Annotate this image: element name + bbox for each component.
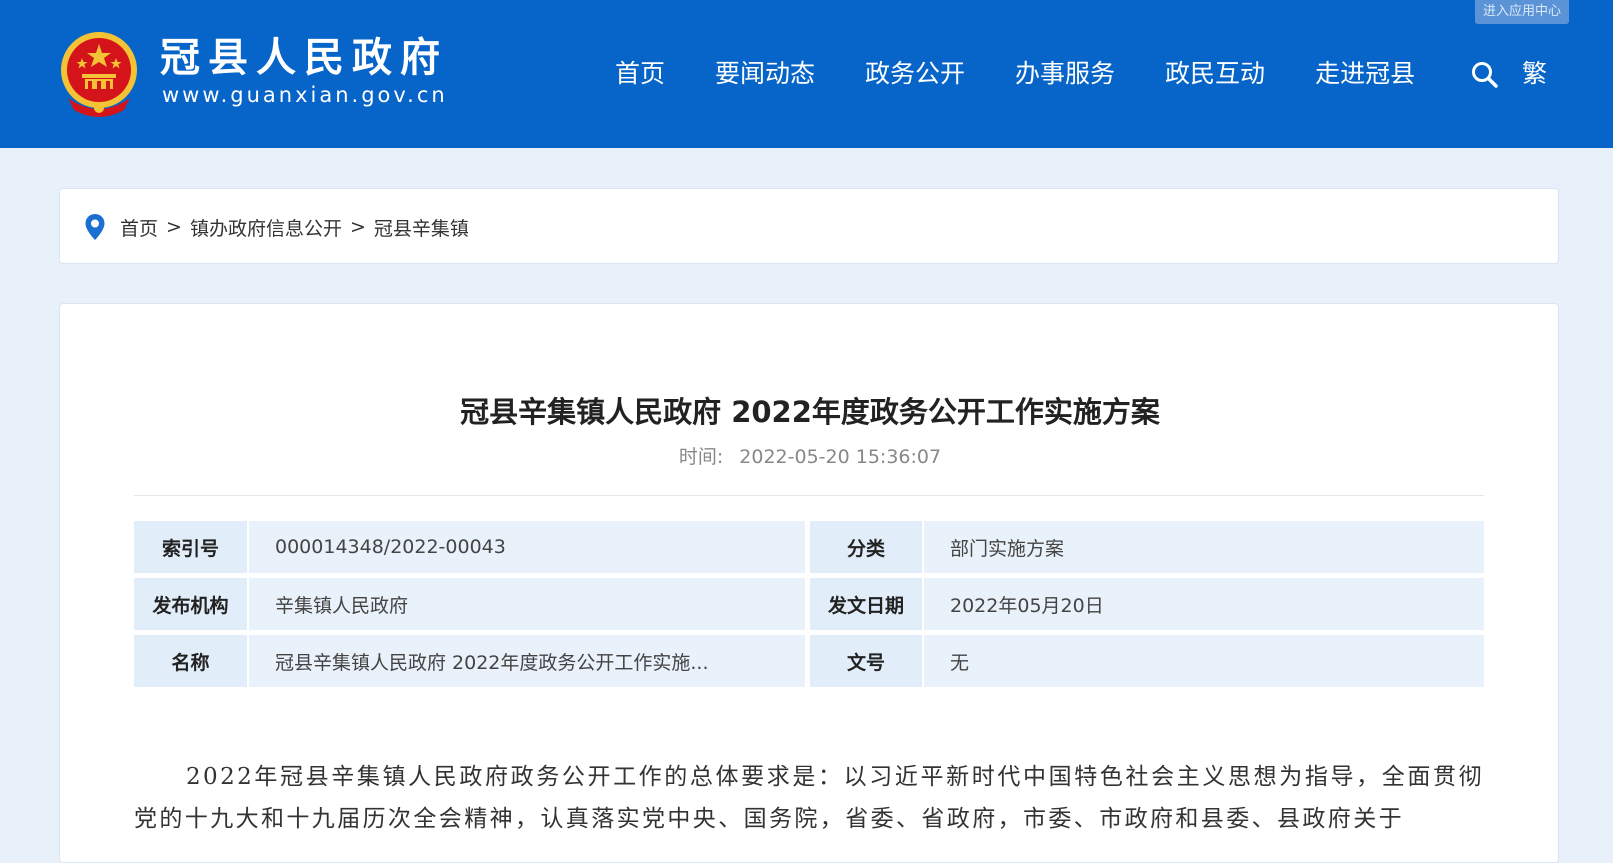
divider [134, 495, 1484, 496]
location-pin-icon [85, 214, 105, 240]
breadcrumb: 首页 > 镇办政府信息公开 > 冠县辛集镇 [59, 188, 1559, 264]
category-value: 部门实施方案 [924, 521, 1484, 573]
document-info-table: 索引号 000014348/2022-00043 分类 部门实施方案 发布机构 … [134, 521, 1484, 692]
main-nav: 首页 要闻动态 政务公开 办事服务 政民互动 走进冠县 [615, 56, 1465, 92]
breadcrumb-trail: 首页 > 镇办政府信息公开 > 冠县辛集镇 [120, 213, 469, 241]
docno-value: 无 [924, 635, 1484, 687]
time-label: 时间: [678, 446, 724, 468]
name-label: 名称 [134, 635, 247, 687]
site-url: www.guanxian.gov.cn [162, 83, 448, 107]
time-value: 2022-05-20 15:36:07 [739, 446, 942, 468]
docno-label: 文号 [810, 635, 922, 687]
publisher-value: 辛集镇人民政府 [249, 578, 805, 630]
site-header: 进入应用中心 冠县人民政府 www.guanxian.gov.cn 首页 要闻动… [0, 0, 1613, 148]
article-body: 2022年冠县辛集镇人民政府政务公开工作的总体要求是：以习近平新时代中国特色社会… [134, 764, 1484, 832]
app-center-link[interactable]: 进入应用中心 [1474, 0, 1569, 24]
article-card: 冠县辛集镇人民政府 2022年度政务公开工作实施方案 时间: 2022-05-20… [59, 303, 1559, 863]
publisher-label: 发布机构 [134, 578, 247, 630]
info-row: 发布机构 辛集镇人民政府 发文日期 2022年05月20日 [134, 578, 1484, 630]
search-icon[interactable] [1470, 60, 1500, 90]
index-label: 索引号 [134, 521, 247, 573]
info-row: 索引号 000014348/2022-00043 分类 部门实施方案 [134, 521, 1484, 573]
category-label: 分类 [810, 521, 922, 573]
info-row: 名称 冠县辛集镇人民政府 2022年度政务公开工作实施... 文号 无 [134, 635, 1484, 687]
nav-item-news[interactable]: 要闻动态 [715, 56, 815, 92]
breadcrumb-town-info[interactable]: 镇办政府信息公开 [190, 214, 342, 241]
nav-item-about[interactable]: 走进冠县 [1315, 56, 1415, 92]
breadcrumb-home[interactable]: 首页 [120, 214, 158, 241]
breadcrumb-separator: > [349, 216, 366, 238]
article-time: 时间: 2022-05-20 15:36:07 [60, 444, 1560, 470]
article-title: 冠县辛集镇人民政府 2022年度政务公开工作实施方案 [460, 395, 1160, 429]
date-value: 2022年05月20日 [924, 578, 1484, 630]
breadcrumb-xinji-town[interactable]: 冠县辛集镇 [374, 214, 469, 241]
nav-item-gov-affairs[interactable]: 政务公开 [865, 56, 965, 92]
index-value: 000014348/2022-00043 [249, 521, 805, 573]
nav-item-interaction[interactable]: 政民互动 [1165, 56, 1265, 92]
date-label: 发文日期 [810, 578, 922, 630]
site-title[interactable]: 冠县人民政府 [160, 34, 448, 82]
national-emblem-icon[interactable] [58, 28, 140, 118]
breadcrumb-separator: > [166, 216, 182, 238]
name-value: 冠县辛集镇人民政府 2022年度政务公开工作实施... [249, 635, 805, 687]
nav-item-home[interactable]: 首页 [615, 56, 665, 92]
traditional-chinese-toggle[interactable]: 繁 [1522, 56, 1547, 92]
nav-item-services[interactable]: 办事服务 [1015, 56, 1115, 92]
